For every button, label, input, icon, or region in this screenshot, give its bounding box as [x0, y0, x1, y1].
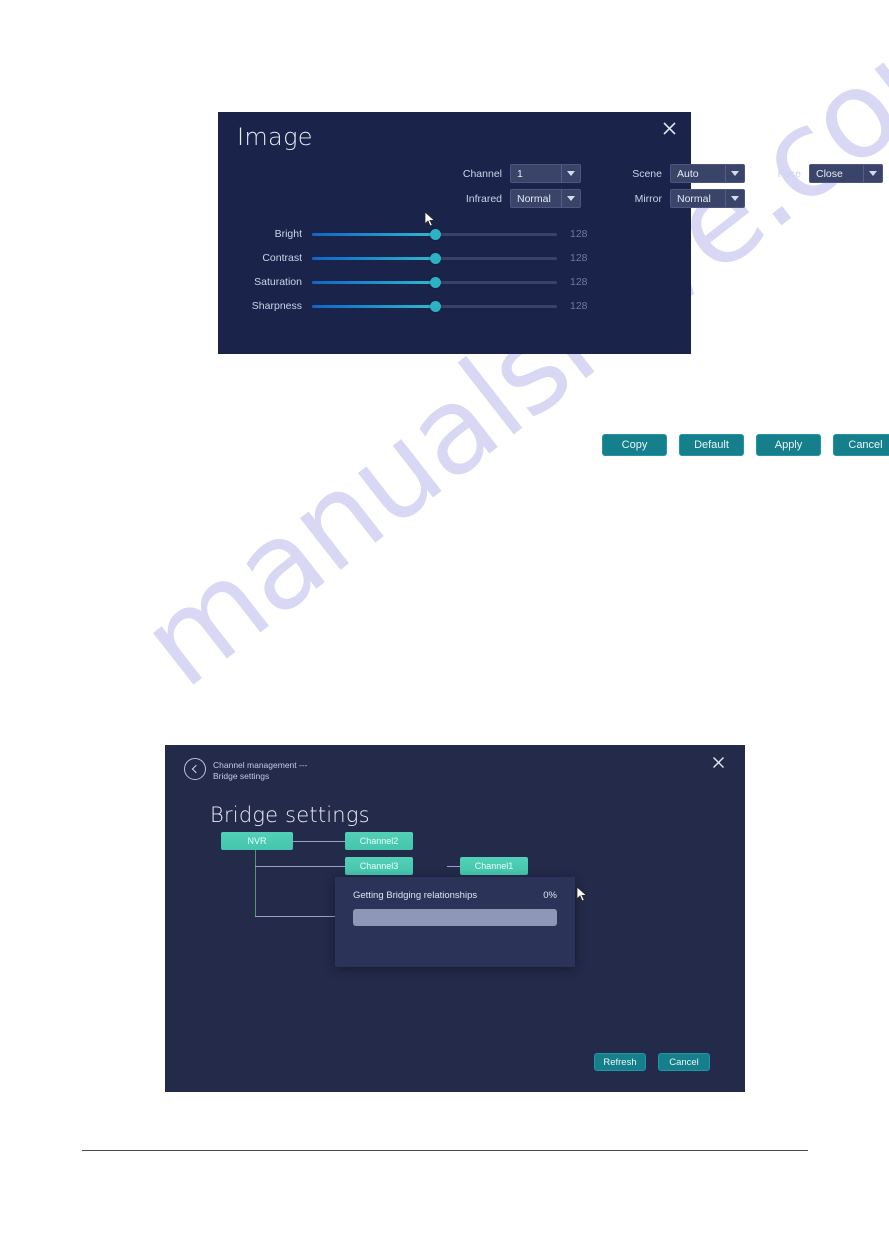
sharpness-label: Sharpness: [251, 300, 302, 312]
mouse-cursor-icon: [424, 211, 436, 227]
contrast-slider-row: Contrast 128: [218, 250, 691, 268]
sharpness-slider-thumb[interactable]: [429, 301, 441, 312]
scene-label: Scene: [632, 167, 662, 180]
progress-bar: [353, 909, 557, 926]
saturation-slider-fill: [312, 281, 435, 284]
chevron-down-icon: [561, 165, 580, 182]
saturation-slider-thumb[interactable]: [429, 277, 441, 288]
progress-label: Getting Bridging relationships: [353, 890, 478, 901]
saturation-label: Saturation: [254, 276, 302, 288]
sharpness-slider-fill: [312, 305, 435, 308]
sharpness-slider[interactable]: [312, 301, 557, 312]
progress-dialog: Getting Bridging relationships 0%: [335, 877, 575, 967]
default-button[interactable]: Default: [679, 434, 744, 456]
infrared-control: Infrared Normal: [452, 189, 581, 208]
face-label: Face: [777, 167, 801, 180]
scene-value: Auto: [677, 167, 699, 180]
channel-select[interactable]: 1: [510, 164, 581, 183]
cancel-button[interactable]: Cancel: [833, 434, 889, 456]
chevron-down-icon: [725, 165, 744, 182]
tree-connector-vertical: [255, 841, 256, 917]
sharpness-slider-row: Sharpness 128: [218, 298, 691, 316]
bright-value: 128: [570, 228, 588, 240]
contrast-slider-thumb[interactable]: [429, 253, 441, 264]
bright-label: Bright: [274, 228, 302, 240]
apply-button[interactable]: Apply: [756, 434, 821, 456]
bridge-cancel-button[interactable]: Cancel: [658, 1053, 710, 1071]
bridge-settings-dialog: Channel management --- Bridge settings B…: [165, 745, 745, 1092]
bright-slider-thumb[interactable]: [429, 229, 441, 240]
progress-percent: 0%: [543, 890, 557, 901]
channel-value: 1: [517, 167, 523, 180]
sharpness-value: 128: [570, 300, 588, 312]
contrast-slider-fill: [312, 257, 435, 260]
channel-label: Channel: [462, 167, 502, 180]
contrast-label: Contrast: [262, 252, 302, 264]
refresh-button[interactable]: Refresh: [594, 1053, 646, 1071]
saturation-value: 128: [570, 276, 588, 288]
saturation-slider-row: Saturation 128: [218, 274, 691, 292]
face-select[interactable]: Close: [809, 164, 883, 183]
mirror-control: Mirror Normal: [622, 189, 745, 208]
scene-select[interactable]: Auto: [670, 164, 745, 183]
image-settings-dialog: Image Channel 1 Scene Auto Face Close In…: [218, 112, 889, 456]
tree-node-channel1[interactable]: Channel1: [460, 857, 528, 875]
mirror-label: Mirror: [634, 192, 662, 205]
bright-slider-row: Bright 128: [218, 226, 691, 244]
tree-node-root[interactable]: NVR: [221, 832, 293, 850]
contrast-slider[interactable]: [312, 253, 557, 264]
channel-control: Channel 1: [452, 164, 581, 183]
contrast-value: 128: [570, 252, 588, 264]
saturation-slider[interactable]: [312, 277, 557, 288]
bright-slider-fill: [312, 233, 435, 236]
tree-node-channel3[interactable]: Channel3: [345, 857, 413, 875]
image-dialog-buttons: Copy Default Apply Cancel: [602, 434, 889, 456]
page-footer-rule: [82, 1150, 808, 1151]
mirror-value: Normal: [677, 192, 711, 205]
close-glyph: [662, 122, 676, 135]
chevron-down-icon: [725, 190, 744, 207]
chevron-down-icon: [863, 165, 882, 182]
close-icon[interactable]: [656, 118, 682, 144]
bright-slider[interactable]: [312, 229, 557, 240]
chevron-down-icon: [561, 190, 580, 207]
bridge-dialog-buttons: Refresh Cancel: [594, 1053, 710, 1071]
face-value: Close: [816, 167, 843, 180]
face-control: Face Close: [771, 164, 883, 183]
infrared-select[interactable]: Normal: [510, 189, 581, 208]
tree-node-channel2[interactable]: Channel2: [345, 832, 413, 850]
watermark-text: manualshive.com: [117, 0, 889, 715]
infrared-label: Infrared: [465, 192, 502, 205]
scene-control: Scene Auto: [622, 164, 745, 183]
dialog-title: Image: [237, 123, 313, 151]
mirror-select[interactable]: Normal: [670, 189, 745, 208]
copy-button[interactable]: Copy: [602, 434, 667, 456]
infrared-value: Normal: [517, 192, 551, 205]
